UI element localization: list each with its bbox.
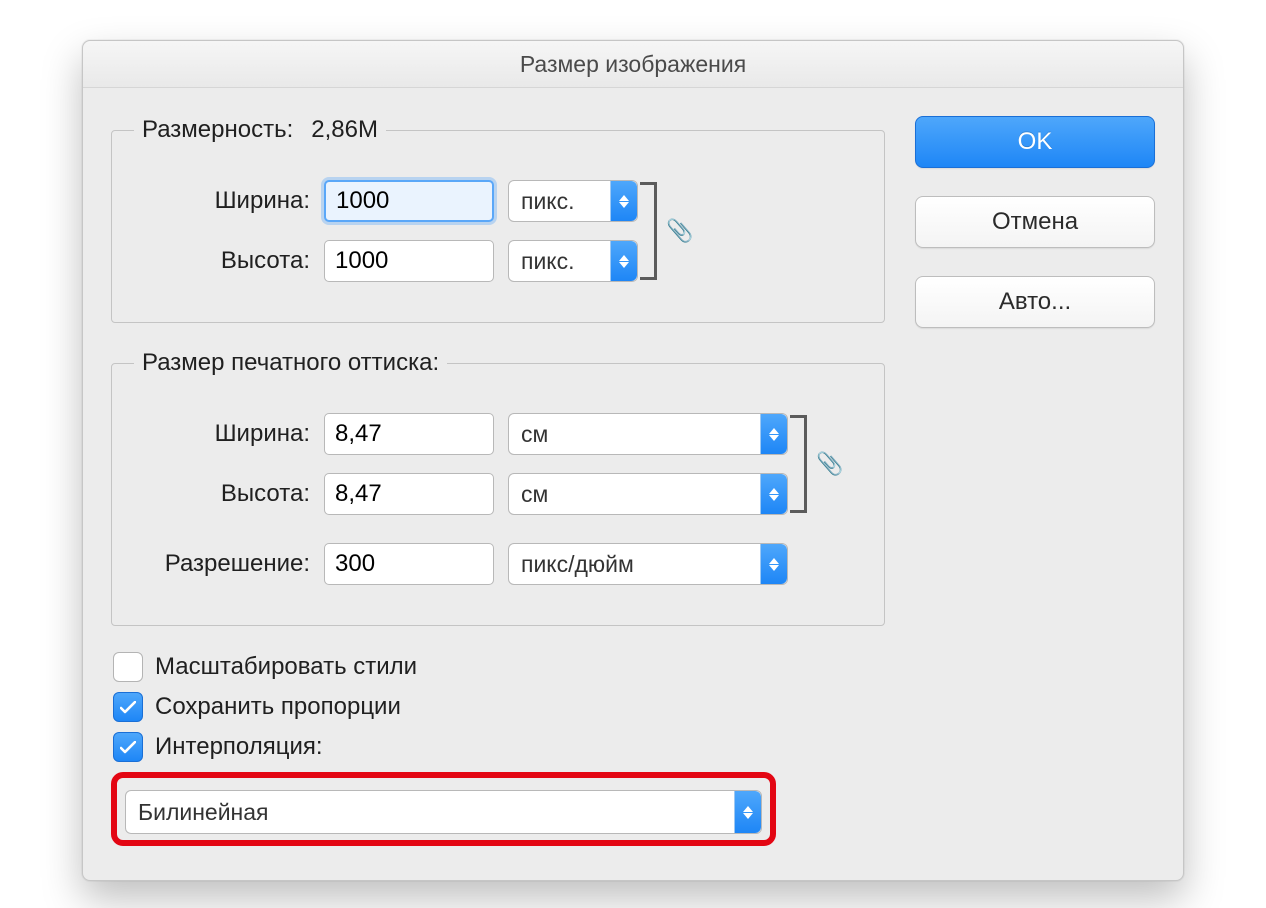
pixel-dimensions-group: Размерность:2,86М Ширина: пикс. xyxy=(111,116,885,323)
auto-button[interactable]: Авто... xyxy=(915,276,1155,328)
cancel-button[interactable]: Отмена xyxy=(915,196,1155,248)
title-bar: Размер изображения xyxy=(83,41,1183,88)
pixel-height-input[interactable] xyxy=(324,240,494,282)
ok-button[interactable]: OK xyxy=(915,116,1155,168)
updown-icon xyxy=(760,474,787,514)
pixel-width-label: Ширина: xyxy=(134,187,324,215)
link-icon: 📎 xyxy=(666,218,693,244)
scale-styles-checkbox[interactable] xyxy=(113,652,143,682)
interpolation-method-select[interactable]: Билинейная xyxy=(125,790,762,834)
interpolation-highlight: Билинейная xyxy=(111,772,776,846)
resolution-unit-select[interactable]: пикс/дюйм xyxy=(508,543,788,585)
pixel-height-unit-select[interactable]: пикс. xyxy=(508,240,638,282)
file-size-label: 2,86М xyxy=(311,116,378,144)
pixel-width-unit-select[interactable]: пикс. xyxy=(508,180,638,222)
print-width-unit-select[interactable]: см xyxy=(508,413,788,455)
resample-label: Интерполяция: xyxy=(155,733,323,761)
pixel-dimensions-legend: Размерность:2,86М xyxy=(134,116,386,144)
constrain-proportions-label: Сохранить пропорции xyxy=(155,693,401,721)
updown-icon xyxy=(734,791,761,833)
resample-checkbox[interactable] xyxy=(113,732,143,762)
print-size-group: Размер печатного оттиска: Ширина: см xyxy=(111,349,885,626)
scale-styles-label: Масштабировать стили xyxy=(155,653,417,681)
pixel-width-input[interactable] xyxy=(324,180,494,222)
print-width-label: Ширина: xyxy=(134,420,324,448)
link-icon: 📎 xyxy=(816,451,843,477)
print-width-input[interactable] xyxy=(324,413,494,455)
image-size-dialog: Размер изображения Размерность:2,86М Шир… xyxy=(82,40,1184,881)
resolution-input[interactable] xyxy=(324,543,494,585)
dialog-title: Размер изображения xyxy=(520,51,746,78)
updown-icon xyxy=(610,181,637,221)
print-height-unit-select[interactable]: см xyxy=(508,473,788,515)
print-height-input[interactable] xyxy=(324,473,494,515)
resolution-label: Разрешение: xyxy=(134,550,324,578)
print-height-label: Высота: xyxy=(134,480,324,508)
print-size-legend: Размер печатного оттиска: xyxy=(134,349,447,377)
updown-icon xyxy=(760,544,787,584)
constrain-proportions-checkbox[interactable] xyxy=(113,692,143,722)
updown-icon xyxy=(610,241,637,281)
pixel-height-label: Высота: xyxy=(134,247,324,275)
updown-icon xyxy=(760,414,787,454)
